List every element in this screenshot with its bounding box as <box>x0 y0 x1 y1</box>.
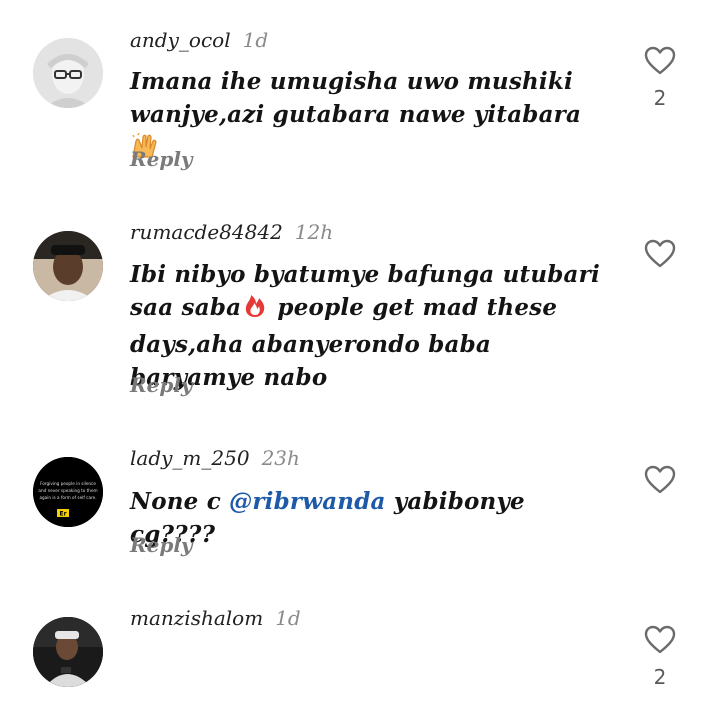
avatar[interactable] <box>33 231 103 301</box>
comment-meta: lady_m_250 23h <box>130 446 300 470</box>
heart-icon <box>644 625 676 654</box>
reply-button[interactable]: Reply <box>130 533 193 557</box>
avatar-caption: Forgiving people in silence <box>40 481 96 486</box>
like-count: 2 <box>653 665 667 689</box>
fire-icon <box>241 291 269 328</box>
timestamp: 23h <box>261 446 300 470</box>
mention-link[interactable]: @ribrwanda <box>229 488 385 515</box>
timestamp: 1d <box>242 28 269 52</box>
comment-text: None c @ribrwanda yabibonye cg???? <box>130 485 610 551</box>
comment-meta: manzishalom 1d <box>130 606 301 630</box>
avatar-badge: Er <box>59 511 66 518</box>
avatar-caption: again is a form of self care. <box>39 495 96 500</box>
avatar[interactable] <box>33 38 103 108</box>
timestamp: 12h <box>294 220 334 244</box>
username[interactable]: lady_m_250 <box>130 446 250 470</box>
like-button[interactable]: 2 <box>640 625 680 689</box>
comment-text: Imana ihe umugisha uwo mushiki wanjye,az… <box>130 65 610 168</box>
username[interactable]: manzishalom <box>130 606 263 630</box>
heart-icon <box>644 46 676 75</box>
comment-text-body: Imana ihe umugisha uwo mushiki wanjye,az… <box>130 68 582 128</box>
heart-icon <box>644 465 676 494</box>
avatar[interactable]: Forgiving people in silence and never sp… <box>33 457 103 527</box>
timestamp: 1d <box>275 606 301 630</box>
comment-text: Ibi nibyo byatumye bafunga utubari saa s… <box>130 258 610 394</box>
username[interactable]: andy_ocol <box>130 28 231 52</box>
comment-meta: andy_ocol 1d <box>130 28 268 52</box>
comment-text-body: None c <box>130 488 230 515</box>
comment-meta: rumacde84842 12h <box>130 220 333 244</box>
reply-button[interactable]: Reply <box>130 147 193 171</box>
avatar-caption: and never speaking to them <box>38 488 97 493</box>
like-button[interactable] <box>640 239 680 279</box>
reply-button[interactable]: Reply <box>130 373 193 397</box>
like-button[interactable] <box>640 465 680 505</box>
username[interactable]: rumacde84842 <box>130 220 283 244</box>
like-button[interactable]: 2 <box>640 46 680 110</box>
heart-icon <box>644 239 676 268</box>
avatar[interactable] <box>33 617 103 687</box>
like-count: 2 <box>653 86 667 110</box>
